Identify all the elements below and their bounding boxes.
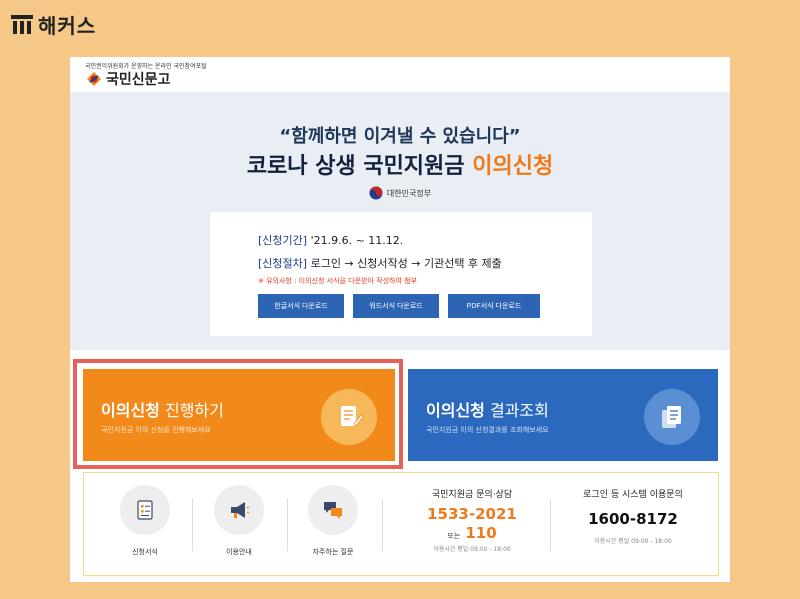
apply-card-title-rest: 진행하기 [159, 401, 224, 420]
government-label: 대한민국정부 [386, 188, 432, 198]
divider [550, 499, 551, 551]
megaphone-icon [214, 485, 264, 535]
period-value: '21.9.6. ~ 11.12. [310, 234, 404, 247]
hwp-download-button[interactable]: 한글서식 다운로드 [258, 294, 344, 318]
hackers-brand: 해커스 [10, 10, 96, 38]
application-period: [신청기간] '21.9.6. ~ 11.12. [258, 232, 403, 248]
quick-link-guide-label: 이용안내 [226, 548, 252, 556]
document-pen-icon [321, 389, 377, 445]
divider [382, 499, 383, 551]
steps-label: [신청절차] [258, 257, 308, 270]
system-contact: 로그인 등 시스템 이용문의 1600-8172 이용시간 평일 09:00 -… [558, 487, 708, 545]
quick-link-faq[interactable]: 자주하는 질문 [298, 485, 368, 557]
download-buttons: 한글서식 다운로드 워드서식 다운로드 PDF서식 다운로드 [258, 294, 540, 318]
hero-title-main: 코로나 상생 국민지원금 [246, 154, 465, 179]
period-label: [신청기간] [258, 234, 308, 247]
or-text: 또는 [447, 532, 461, 540]
apply-card-title-bold: 이의신청 [101, 401, 160, 420]
support-contact-title: 국민지원금 문의·상담 [431, 490, 513, 500]
quick-link-forms[interactable]: 신청서식 [110, 485, 180, 557]
support-hours: 이용시간 평일 09:00 - 18:00 [433, 546, 511, 553]
result-card-title: 이의신청 결과조회 [426, 397, 549, 421]
word-download-button[interactable]: 워드서식 다운로드 [353, 294, 439, 318]
quick-link-guide[interactable]: 이용안내 [204, 485, 274, 557]
result-card-title-bold: 이의신청 [426, 401, 485, 420]
application-steps: [신청절차] 로그인 → 신청서작성 → 기관선택 후 제출 [258, 255, 502, 271]
system-hours: 이용시간 평일 09:00 - 18:00 [594, 538, 672, 545]
site-logo-icon [87, 72, 101, 86]
documents-icon [644, 389, 700, 445]
hero-title-accent: 이의신청 [472, 154, 554, 179]
system-contact-title: 로그인 등 시스템 이용문의 [583, 490, 683, 500]
brand-name: 해커스 [38, 13, 97, 38]
hero-banner: “함께하면 이겨낼 수 있습니다” 코로나 상생 국민지원금 이의신청 대한민국… [70, 92, 730, 350]
divider [287, 499, 288, 551]
support-alt-phone-row: 또는 110 [402, 523, 542, 542]
taegeuk-emblem-icon [369, 186, 383, 200]
apply-card-subtitle: 국민지원금 이의 신청을 진행해보세요 [101, 426, 211, 434]
system-phone[interactable]: 1600-8172 [558, 510, 708, 528]
application-info-box: [신청기간] '21.9.6. ~ 11.12. [신청절차] 로그인 → 신청… [210, 212, 592, 336]
apply-card-title: 이의신청 진행하기 [101, 397, 224, 421]
hero-quote: “함께하면 이겨낼 수 있습니다” [279, 126, 521, 147]
check-result-card[interactable]: 이의신청 결과조회 국민지원금 이의 신청결과를 조회해보세요 [408, 369, 718, 461]
quick-link-forms-label: 신청서식 [132, 548, 158, 556]
result-card-title-rest: 결과조회 [484, 401, 549, 420]
hackers-logo-icon [11, 15, 33, 34]
result-card-subtitle: 국민지원금 이의 신청결과를 조회해보세요 [426, 426, 549, 434]
bottom-info-panel: 신청서식 이용안내 자주하는 질문 국민지원금 문의·상담 1533-2021 … [83, 472, 719, 576]
pdf-download-button[interactable]: PDF서식 다운로드 [448, 294, 540, 318]
support-phone-alt[interactable]: 110 [465, 524, 496, 542]
notice-text: ※ 유의사항 : 이의신청 서식을 다운받아 작성하여 첨부 [258, 277, 418, 285]
page-frame: 국민권익위원회가 운영하는 온라인 국민참여포털 국민신문고 “함께하면 이겨낼… [70, 57, 730, 582]
divider [192, 499, 193, 551]
site-header: 국민권익위원회가 운영하는 온라인 국민참여포털 국민신문고 [70, 57, 730, 92]
hero-title: 코로나 상생 국민지원금 이의신청 [70, 148, 730, 180]
site-logo-text: 국민신문고 [106, 72, 171, 88]
apply-objection-card[interactable]: 이의신청 진행하기 국민지원금 이의 신청을 진행해보세요 [83, 369, 395, 461]
support-phone[interactable]: 1533-2021 [402, 505, 542, 523]
quick-link-faq-label: 자주하는 질문 [312, 548, 354, 556]
support-contact: 국민지원금 문의·상담 1533-2021 또는 110 이용시간 평일 09:… [402, 487, 542, 553]
government-mark: 대한민국정부 [70, 186, 730, 200]
site-logo[interactable]: 국민신문고 [85, 69, 170, 89]
steps-value: 로그인 → 신청서작성 → 기관선택 후 제출 [310, 257, 502, 270]
chat-bubbles-icon [308, 485, 358, 535]
form-checklist-icon [120, 485, 170, 535]
